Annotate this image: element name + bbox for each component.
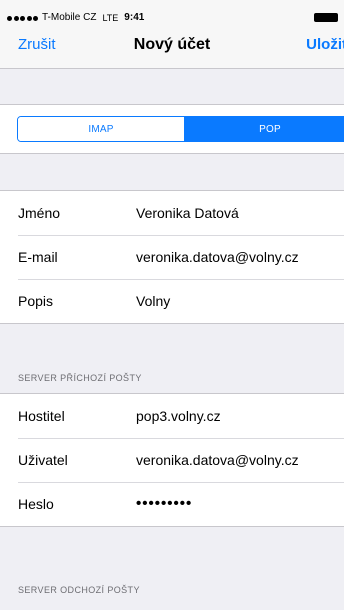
description-label: Popis xyxy=(18,293,54,309)
status-time: 9:41 xyxy=(124,12,145,23)
status-left: T-Mobile CZ LTE 9:41 xyxy=(7,12,144,24)
name-row[interactable]: Jméno Veronika Datová xyxy=(0,191,344,235)
description-row[interactable]: Popis Volny xyxy=(0,279,344,323)
password-label: Heslo xyxy=(18,496,54,512)
description-field[interactable]: Volny xyxy=(136,279,170,323)
name-field[interactable]: Veronika Datová xyxy=(136,191,239,235)
carrier-name: T-Mobile CZ xyxy=(42,12,97,23)
email-label: E-mail xyxy=(18,249,58,265)
battery-icon xyxy=(314,13,338,22)
password-field[interactable]: ••••••••• xyxy=(136,482,192,526)
host-row[interactable]: Hostitel pop3.volny.cz xyxy=(0,394,344,438)
incoming-server-header: SERVER PŘÍCHOZÍ POŠTY xyxy=(18,373,142,383)
account-type-segmented-control: IMAP POP xyxy=(17,116,344,142)
account-info-group: Jméno Veronika Datová E-mail veronika.da… xyxy=(0,190,344,324)
incoming-server-group: Hostitel pop3.volny.cz Uživatel veronika… xyxy=(0,393,344,527)
host-label: Hostitel xyxy=(18,408,65,424)
password-row[interactable]: Heslo ••••••••• xyxy=(0,482,344,526)
account-type-section: IMAP POP xyxy=(0,104,344,154)
outgoing-server-header: SERVER ODCHOZÍ POŠTY xyxy=(18,585,140,595)
username-row[interactable]: Uživatel veronika.datova@volny.cz xyxy=(0,438,344,482)
save-button[interactable]: Uložit xyxy=(306,36,344,53)
email-field[interactable]: veronika.datova@volny.cz xyxy=(136,235,299,279)
username-label: Uživatel xyxy=(18,452,68,468)
status-bar: T-Mobile CZ LTE 9:41 xyxy=(0,0,344,28)
signal-strength-icon xyxy=(7,15,38,21)
email-row[interactable]: E-mail veronika.datova@volny.cz xyxy=(0,235,344,279)
host-field[interactable]: pop3.volny.cz xyxy=(136,394,221,438)
segment-imap[interactable]: IMAP xyxy=(18,117,184,141)
username-field[interactable]: veronika.datova@volny.cz xyxy=(136,438,299,482)
segment-pop[interactable]: POP xyxy=(184,117,344,141)
name-label: Jméno xyxy=(18,205,61,221)
page-title: Nový účet xyxy=(133,36,211,53)
network-type: LTE xyxy=(102,13,119,23)
navigation-bar: Zrušit Nový účet Uložit xyxy=(0,28,344,69)
